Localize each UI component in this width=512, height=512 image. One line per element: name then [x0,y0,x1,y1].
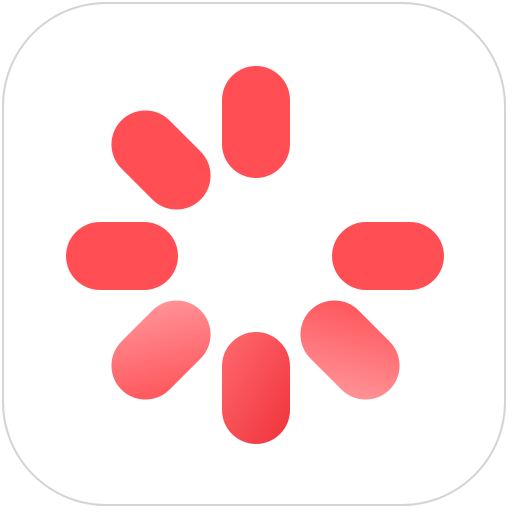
spinner-segment-bottom [222,332,290,444]
spinner-segment-right [332,222,444,290]
spinner-segment-bottom-right [300,300,400,400]
loading-spinner-icon [66,66,444,444]
spinner-segment-top-left [111,110,211,210]
spinner-segment-bottom-left [111,300,211,400]
spinner-segment-top [222,66,290,178]
app-icon [0,0,512,512]
spinner-segment-left [66,222,178,290]
